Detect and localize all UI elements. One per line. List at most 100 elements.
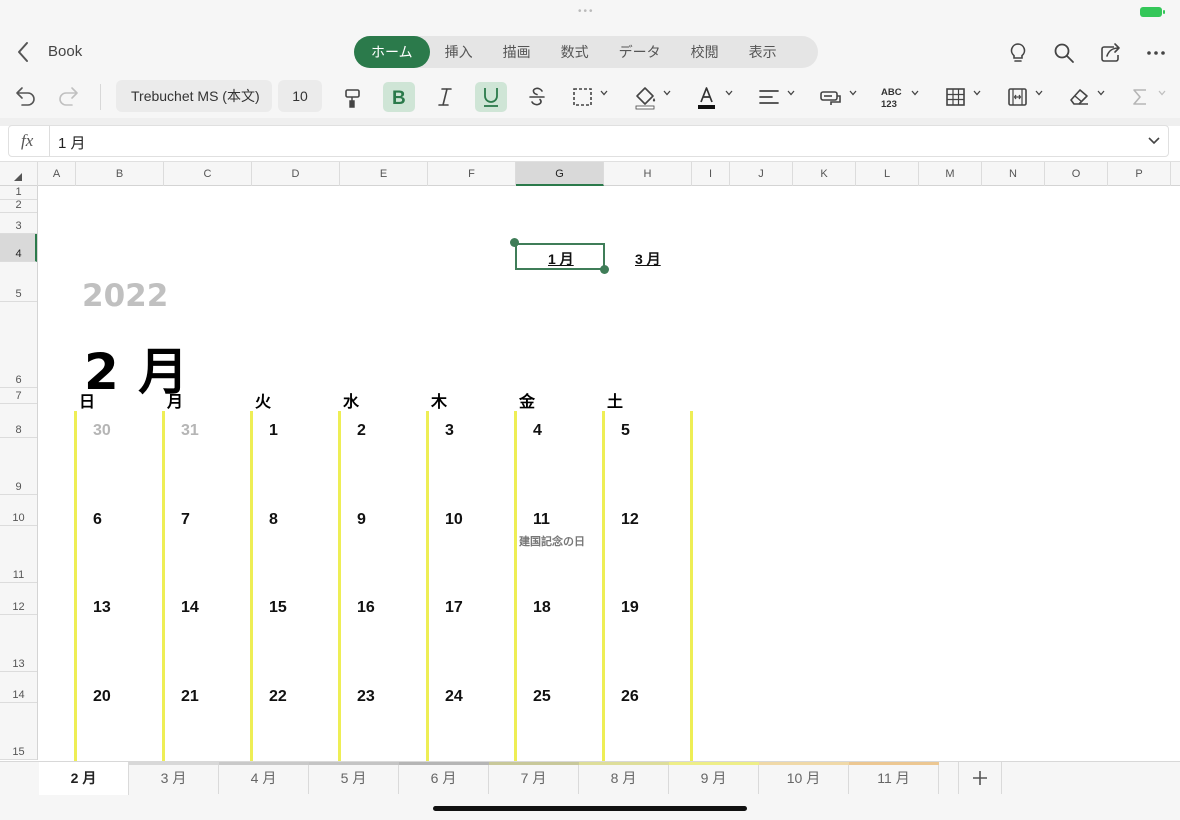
number-format-button[interactable]: ABC 123 — [880, 82, 906, 112]
formula-bar[interactable]: fx 1 月 — [8, 125, 1169, 157]
column-header-b[interactable]: B — [76, 162, 164, 186]
calendar-day[interactable]: 20 — [93, 688, 111, 706]
format-cells-button[interactable] — [1005, 82, 1031, 112]
calendar-day[interactable]: 5 — [621, 422, 630, 440]
insert-table-button[interactable] — [944, 82, 968, 112]
worksheet[interactable]: 1 月 3 月 2022 2 月 日月火水木金土 30 31 1 2 3 4 5 6 7 8 9 10 1… — [38, 186, 1180, 761]
calendar-day[interactable]: 10 — [445, 511, 463, 529]
calendar-day[interactable]: 25 — [533, 688, 551, 706]
column-header-j[interactable]: J — [730, 162, 793, 186]
column-header-e[interactable]: E — [340, 162, 428, 186]
calendar-day[interactable]: 22 — [269, 688, 287, 706]
calendar-day[interactable]: 8 — [269, 511, 278, 529]
column-header-a[interactable]: A — [38, 162, 76, 186]
calendar-day[interactable]: 1 — [269, 422, 278, 440]
row-header-12[interactable]: 12 — [0, 583, 37, 615]
next-month-link[interactable]: 3 月 — [635, 249, 661, 269]
autosum-button[interactable] — [1130, 82, 1150, 112]
calendar-day[interactable]: 17 — [445, 599, 463, 617]
search-icon[interactable] — [1053, 42, 1075, 64]
calendar-day[interactable]: 13 — [93, 599, 111, 617]
row-header-7[interactable]: 7 — [0, 388, 37, 404]
calendar-day[interactable]: 12 — [621, 511, 639, 529]
chevron-down-icon[interactable] — [911, 90, 919, 96]
sheet-tab[interactable]: 3 月 — [129, 762, 219, 794]
row-header-9[interactable]: 9 — [0, 438, 37, 495]
column-header-f[interactable]: F — [428, 162, 516, 186]
calendar-day[interactable]: 24 — [445, 688, 463, 706]
tab-view[interactable]: 表示 — [734, 36, 792, 68]
selection-handle[interactable] — [510, 238, 519, 247]
row-header-2[interactable]: 2 — [0, 199, 37, 213]
calendar-day[interactable]: 3 — [445, 422, 454, 440]
tab-formulas[interactable]: 数式 — [546, 36, 604, 68]
tab-home[interactable]: ホーム — [354, 36, 430, 68]
formula-input[interactable]: 1 月 — [58, 132, 86, 153]
sheet-tab[interactable]: 11 月 — [849, 762, 939, 794]
column-header-d[interactable]: D — [252, 162, 340, 186]
selection-handle[interactable] — [600, 265, 609, 274]
calendar-day[interactable]: 2 — [357, 422, 366, 440]
underline-button[interactable] — [475, 82, 507, 112]
strikethrough-button[interactable] — [522, 82, 552, 112]
chevron-down-icon[interactable] — [1158, 90, 1166, 96]
calendar-day[interactable]: 18 — [533, 599, 551, 617]
sheet-tab[interactable]: 5 月 — [309, 762, 399, 794]
sheet-tab[interactable]: 7 月 — [489, 762, 579, 794]
multitask-grabber-icon[interactable]: ••• — [578, 7, 602, 17]
calendar-day[interactable]: 15 — [269, 599, 287, 617]
chevron-down-icon[interactable] — [663, 90, 671, 96]
calendar-day[interactable]: 9 — [357, 511, 366, 529]
calendar-day[interactable]: 11 — [533, 511, 550, 529]
italic-button[interactable] — [430, 82, 460, 112]
sheet-tab[interactable]: 6 月 — [399, 762, 489, 794]
redo-button[interactable] — [56, 82, 82, 112]
tab-review[interactable]: 校閲 — [676, 36, 734, 68]
tab-data[interactable]: データ — [604, 36, 676, 68]
chevron-down-icon[interactable] — [1097, 90, 1105, 96]
calendar-day[interactable]: 6 — [93, 511, 102, 529]
sheet-tab[interactable]: 9 月 — [669, 762, 759, 794]
column-header-i[interactable]: I — [692, 162, 730, 186]
sheet-tab[interactable]: 2 月 — [39, 762, 129, 795]
chevron-down-icon[interactable] — [725, 90, 733, 96]
add-sheet-button[interactable] — [958, 762, 1002, 794]
row-header-6[interactable]: 6 — [0, 302, 37, 388]
column-header-l[interactable]: L — [856, 162, 919, 186]
row-header-15[interactable]: 15 — [0, 703, 37, 760]
column-header-p[interactable]: P — [1108, 162, 1171, 186]
share-icon[interactable] — [1099, 42, 1121, 64]
prev-month-link[interactable]: 1 月 — [548, 249, 574, 269]
chevron-down-icon[interactable] — [600, 90, 608, 96]
chevron-down-icon[interactable] — [973, 90, 981, 96]
tab-draw[interactable]: 描画 — [488, 36, 546, 68]
borders-button[interactable] — [570, 82, 596, 112]
back-button[interactable] — [14, 40, 34, 64]
row-header-14[interactable]: 14 — [0, 672, 37, 703]
row-header-11[interactable]: 11 — [0, 526, 37, 583]
chevron-down-icon[interactable] — [1148, 136, 1160, 146]
chevron-down-icon[interactable] — [849, 90, 857, 96]
row-header-8[interactable]: 8 — [0, 404, 37, 438]
calendar-day[interactable]: 4 — [533, 422, 542, 440]
row-header-13[interactable]: 13 — [0, 615, 37, 672]
home-indicator[interactable] — [433, 806, 747, 811]
row-header-3[interactable]: 3 — [0, 213, 37, 234]
calendar-day[interactable]: 23 — [357, 688, 375, 706]
select-all-corner[interactable] — [0, 162, 38, 186]
column-header-n[interactable]: N — [982, 162, 1045, 186]
clear-button[interactable] — [1066, 82, 1092, 112]
book-title[interactable]: Book — [48, 43, 82, 60]
sheet-tab[interactable]: 8 月 — [579, 762, 669, 794]
sheet-tab[interactable]: 4 月 — [219, 762, 309, 794]
more-options-icon[interactable] — [1145, 42, 1167, 64]
bold-button[interactable]: B — [383, 82, 415, 112]
undo-button[interactable] — [12, 82, 38, 112]
calendar-day[interactable]: 7 — [181, 511, 190, 529]
font-name-box[interactable]: Trebuchet MS (本文) — [116, 80, 272, 112]
fx-icon[interactable]: fx — [21, 131, 33, 151]
chevron-down-icon[interactable] — [1035, 90, 1043, 96]
lightbulb-icon[interactable] — [1007, 42, 1029, 64]
fill-color-button[interactable] — [632, 82, 660, 112]
column-header-m[interactable]: M — [919, 162, 982, 186]
